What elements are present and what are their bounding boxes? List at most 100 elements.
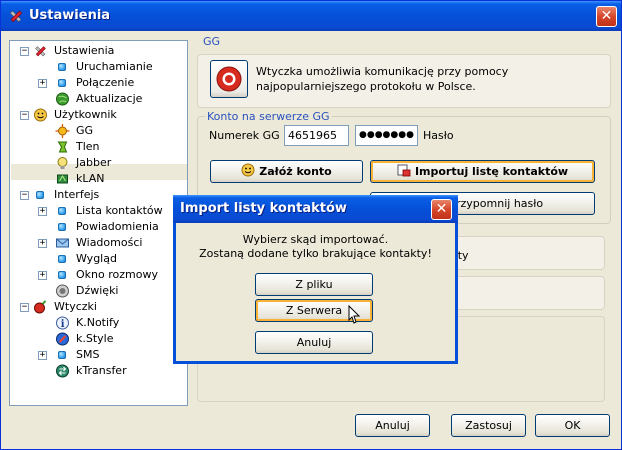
tree-expander[interactable]: − <box>20 191 29 200</box>
envelope-icon <box>55 236 70 250</box>
tree-item-label: Wtyczki <box>54 300 97 313</box>
tree-item[interactable]: kTransfer <box>55 363 188 379</box>
bullet-icon <box>58 63 66 71</box>
bullet-icon <box>58 79 66 87</box>
tree-item[interactable]: Jabber <box>55 155 188 171</box>
tree-item[interactable]: GG <box>55 123 188 139</box>
import-icon <box>397 164 411 177</box>
create-account-label: Załóż konto <box>259 165 332 178</box>
tree-item-label: Wygląd <box>76 252 117 265</box>
plugin-icon <box>33 300 48 314</box>
tree-expander[interactable]: − <box>20 303 29 312</box>
tree-item-label: Tlen <box>76 140 100 153</box>
tree-item-label: Okno rozmowy <box>76 268 158 281</box>
tree-item-label: Wiadomości <box>76 236 143 249</box>
jabber-bulb-icon <box>55 156 70 170</box>
from-file-button[interactable]: Z pliku <box>255 273 373 296</box>
tree-item-label: Lista kontaktów <box>76 204 163 217</box>
tree-item-label: kTransfer <box>76 364 127 377</box>
dialog-cancel-button[interactable]: Anuluj <box>255 331 373 354</box>
bullet-icon <box>36 191 44 199</box>
transfer-icon <box>55 364 70 378</box>
tree-expander[interactable]: − <box>20 47 29 56</box>
tree-item-label: K.Notify <box>76 316 120 329</box>
title-bar[interactable]: Ustawienia ✕ <box>1 1 621 31</box>
tree-expander[interactable]: + <box>38 239 47 248</box>
smiley-icon <box>241 163 255 177</box>
tree-expander[interactable]: + <box>38 207 47 216</box>
tree-expander[interactable]: − <box>20 111 29 120</box>
info-icon: i <box>55 316 70 330</box>
tree-expander[interactable]: + <box>38 351 47 360</box>
tree-item[interactable]: SMS <box>55 347 188 363</box>
account-group-title: Konto na serwerze GG <box>205 110 332 123</box>
import-contacts-button[interactable]: Importuj listę kontaktów <box>370 160 595 183</box>
tree-item[interactable]: Wtyczki <box>33 299 188 315</box>
plugin-description: Wtyczka umożliwia komunikację przy pomoc… <box>256 65 509 93</box>
tree-item-label: Użytkownik <box>54 108 117 121</box>
apply-button[interactable]: Zastosuj <box>451 414 526 437</box>
tree-item[interactable]: Wygląd <box>55 251 188 267</box>
password-input[interactable]: ●●●●●●● <box>355 125 418 146</box>
tree-item[interactable]: Interfejs <box>33 187 188 203</box>
tree-item-label: Ustawienia <box>54 44 115 57</box>
tree-item-label: kLAN <box>76 172 105 185</box>
tree-item[interactable]: Połączenie <box>55 75 188 91</box>
gg-logo-button[interactable] <box>210 60 248 98</box>
close-window-button[interactable]: ✕ <box>596 6 617 27</box>
bullet-icon <box>58 223 66 231</box>
tree-item-label: GG <box>76 124 94 137</box>
tree-item-label: k.Style <box>76 332 114 345</box>
globe-icon <box>55 92 70 106</box>
tree-item-label: Uruchamianie <box>76 60 153 73</box>
tree-item-label: Połączenie <box>76 76 135 89</box>
tools-icon <box>9 10 23 23</box>
dialog-close-button[interactable]: ✕ <box>431 199 452 220</box>
tree-item[interactable]: Uruchamianie <box>55 59 188 75</box>
gg-sun-icon <box>55 124 70 138</box>
tree-item[interactable]: Tlen <box>55 139 188 155</box>
gg-sun-icon <box>216 66 242 92</box>
password-label: Hasło <box>423 129 454 142</box>
tree-item[interactable]: Aktualizacje <box>55 91 188 107</box>
tree-item-label: Dźwięki <box>76 284 119 297</box>
tree-item-label: Powiadomienia <box>76 220 159 233</box>
gg-number-input[interactable]: 4651965 <box>284 125 349 146</box>
tree-item[interactable]: k.Style <box>55 331 188 347</box>
tlen-icon <box>55 140 70 154</box>
tree-item[interactable]: Lista kontaktów <box>55 203 188 219</box>
tree-item[interactable]: i K.Notify <box>55 315 188 331</box>
tree-item[interactable]: kLAN <box>55 171 188 187</box>
tree-expander[interactable]: + <box>38 79 47 88</box>
tree-item[interactable]: Wiadomości <box>55 235 188 251</box>
ok-button[interactable]: OK <box>535 414 610 437</box>
number-label: Numerek GG <box>209 129 280 142</box>
tree-item[interactable]: Dźwięki <box>55 283 188 299</box>
cancel-button[interactable]: Anuluj <box>355 414 430 437</box>
window-title: Ustawienia <box>29 8 111 23</box>
bullet-icon <box>58 271 66 279</box>
speaker-icon <box>55 284 70 298</box>
bullet-icon <box>58 351 66 359</box>
create-account-button[interactable]: Załóż konto <box>210 160 363 183</box>
tree-item-label: SMS <box>76 348 100 361</box>
style-icon <box>55 332 70 346</box>
bullet-icon <box>58 255 66 263</box>
tree-item-label: Interfejs <box>54 188 100 201</box>
mouse-cursor-icon <box>348 305 361 324</box>
tree-item[interactable]: Ustawienia <box>33 43 188 59</box>
dialog-message-line1: Wybierz skąd importować. <box>242 233 389 246</box>
section-title: GG <box>203 35 221 48</box>
tree-expander[interactable]: + <box>38 271 47 280</box>
dialog-title: Import listy kontaktów <box>180 201 347 216</box>
klan-icon <box>55 172 70 186</box>
tree-item[interactable]: Okno rozmowy <box>55 267 188 283</box>
tree-item[interactable]: Użytkownik <box>33 107 188 123</box>
bullet-icon <box>58 207 66 215</box>
svg-text:i: i <box>61 319 65 330</box>
tree-item-label: Aktualizacje <box>76 92 143 105</box>
tools-icon <box>33 44 48 58</box>
user-smiley-icon <box>33 108 48 122</box>
tree-item[interactable]: Powiadomienia <box>55 219 188 235</box>
tree-item-label: Jabber <box>76 156 112 169</box>
